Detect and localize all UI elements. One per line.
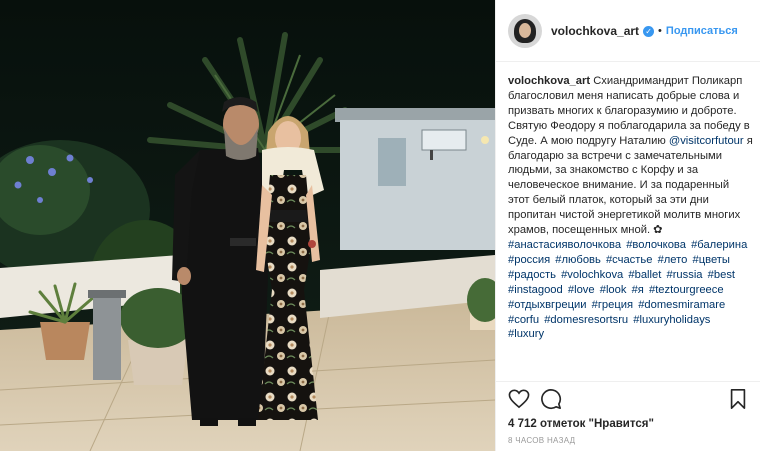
hashtag-link[interactable]: #лето	[658, 254, 688, 266]
hashtag-link[interactable]: #best	[708, 269, 735, 281]
caption-mention[interactable]: @visitcorfutour	[669, 135, 744, 147]
hashtag-link[interactable]: #греция	[592, 299, 633, 311]
hashtag-link[interactable]: #ballet	[628, 269, 661, 281]
hashtag-link[interactable]: #волочкова	[626, 239, 686, 251]
comment-icon	[541, 389, 562, 410]
action-bar	[496, 382, 760, 416]
hashtag-link[interactable]: #я	[632, 284, 644, 296]
follow-button[interactable]: Подписаться	[666, 25, 738, 37]
header-username[interactable]: volochkova_art ✓	[551, 24, 655, 38]
hashtag-link[interactable]: #анастасияволочкова	[508, 239, 621, 251]
like-button[interactable]	[506, 386, 532, 412]
hashtag-link[interactable]: #teztourgreece	[649, 284, 724, 296]
hashtag-link[interactable]: #russia	[666, 269, 702, 281]
avatar[interactable]	[508, 13, 542, 48]
hashtag-link[interactable]: #domesmiramare	[638, 299, 725, 311]
hashtag-link[interactable]: #love	[568, 284, 595, 296]
hashtag-link[interactable]: #luxuryholidays	[633, 314, 710, 326]
hashtag-link[interactable]: #россия	[508, 254, 550, 266]
hashtag-link[interactable]: #volochkova	[561, 269, 623, 281]
verified-badge-icon: ✓	[643, 25, 655, 37]
post-header: volochkova_art ✓ • Подписаться	[496, 0, 760, 62]
heart-icon	[508, 389, 530, 409]
hashtag-link[interactable]: #балерина	[691, 239, 747, 251]
hashtag-link[interactable]: #цветы	[693, 254, 730, 266]
hashtag-link[interactable]: #любовь	[555, 254, 601, 266]
hashtag-link[interactable]: #отдыхвгреции	[508, 299, 587, 311]
save-button[interactable]	[725, 386, 751, 412]
like-count[interactable]: 4 712 отметок "Нравится"	[496, 416, 760, 432]
post-caption: volochkova_art Схиандримандрит Поликарп …	[508, 74, 753, 342]
hashtag-link[interactable]: #corfu	[508, 314, 539, 326]
post-photo[interactable]	[0, 0, 495, 451]
hashtag-link[interactable]: #domesresortsru	[544, 314, 628, 326]
bookmark-icon	[730, 389, 746, 409]
comment-button[interactable]	[538, 386, 564, 412]
hashtag-list: #анастасияволочкова #волочкова #балерина…	[508, 238, 753, 342]
caption-text-2: я благодарю за встречи с замечательными …	[508, 134, 753, 237]
hashtag-link[interactable]: #счастье	[606, 254, 653, 266]
header-separator: •	[658, 24, 662, 37]
caption-username[interactable]: volochkova_art	[508, 75, 590, 87]
post-timestamp[interactable]: 8 ЧАСОВ НАЗАД	[496, 432, 760, 445]
post-sidebar: volochkova_art ✓ • Подписаться volochkova…	[495, 0, 760, 451]
hashtag-link[interactable]: #радость	[508, 269, 556, 281]
hashtag-link[interactable]: #instagood	[508, 284, 563, 296]
photo-illustration	[0, 0, 495, 451]
hashtag-link[interactable]: #look	[600, 284, 627, 296]
instagram-post: volochkova_art ✓ • Подписаться volochkova…	[0, 0, 760, 451]
hashtag-link[interactable]: #luxury	[508, 328, 544, 340]
post-footer: 4 712 отметок "Нравится" 8 ЧАСОВ НАЗАД	[496, 381, 760, 445]
